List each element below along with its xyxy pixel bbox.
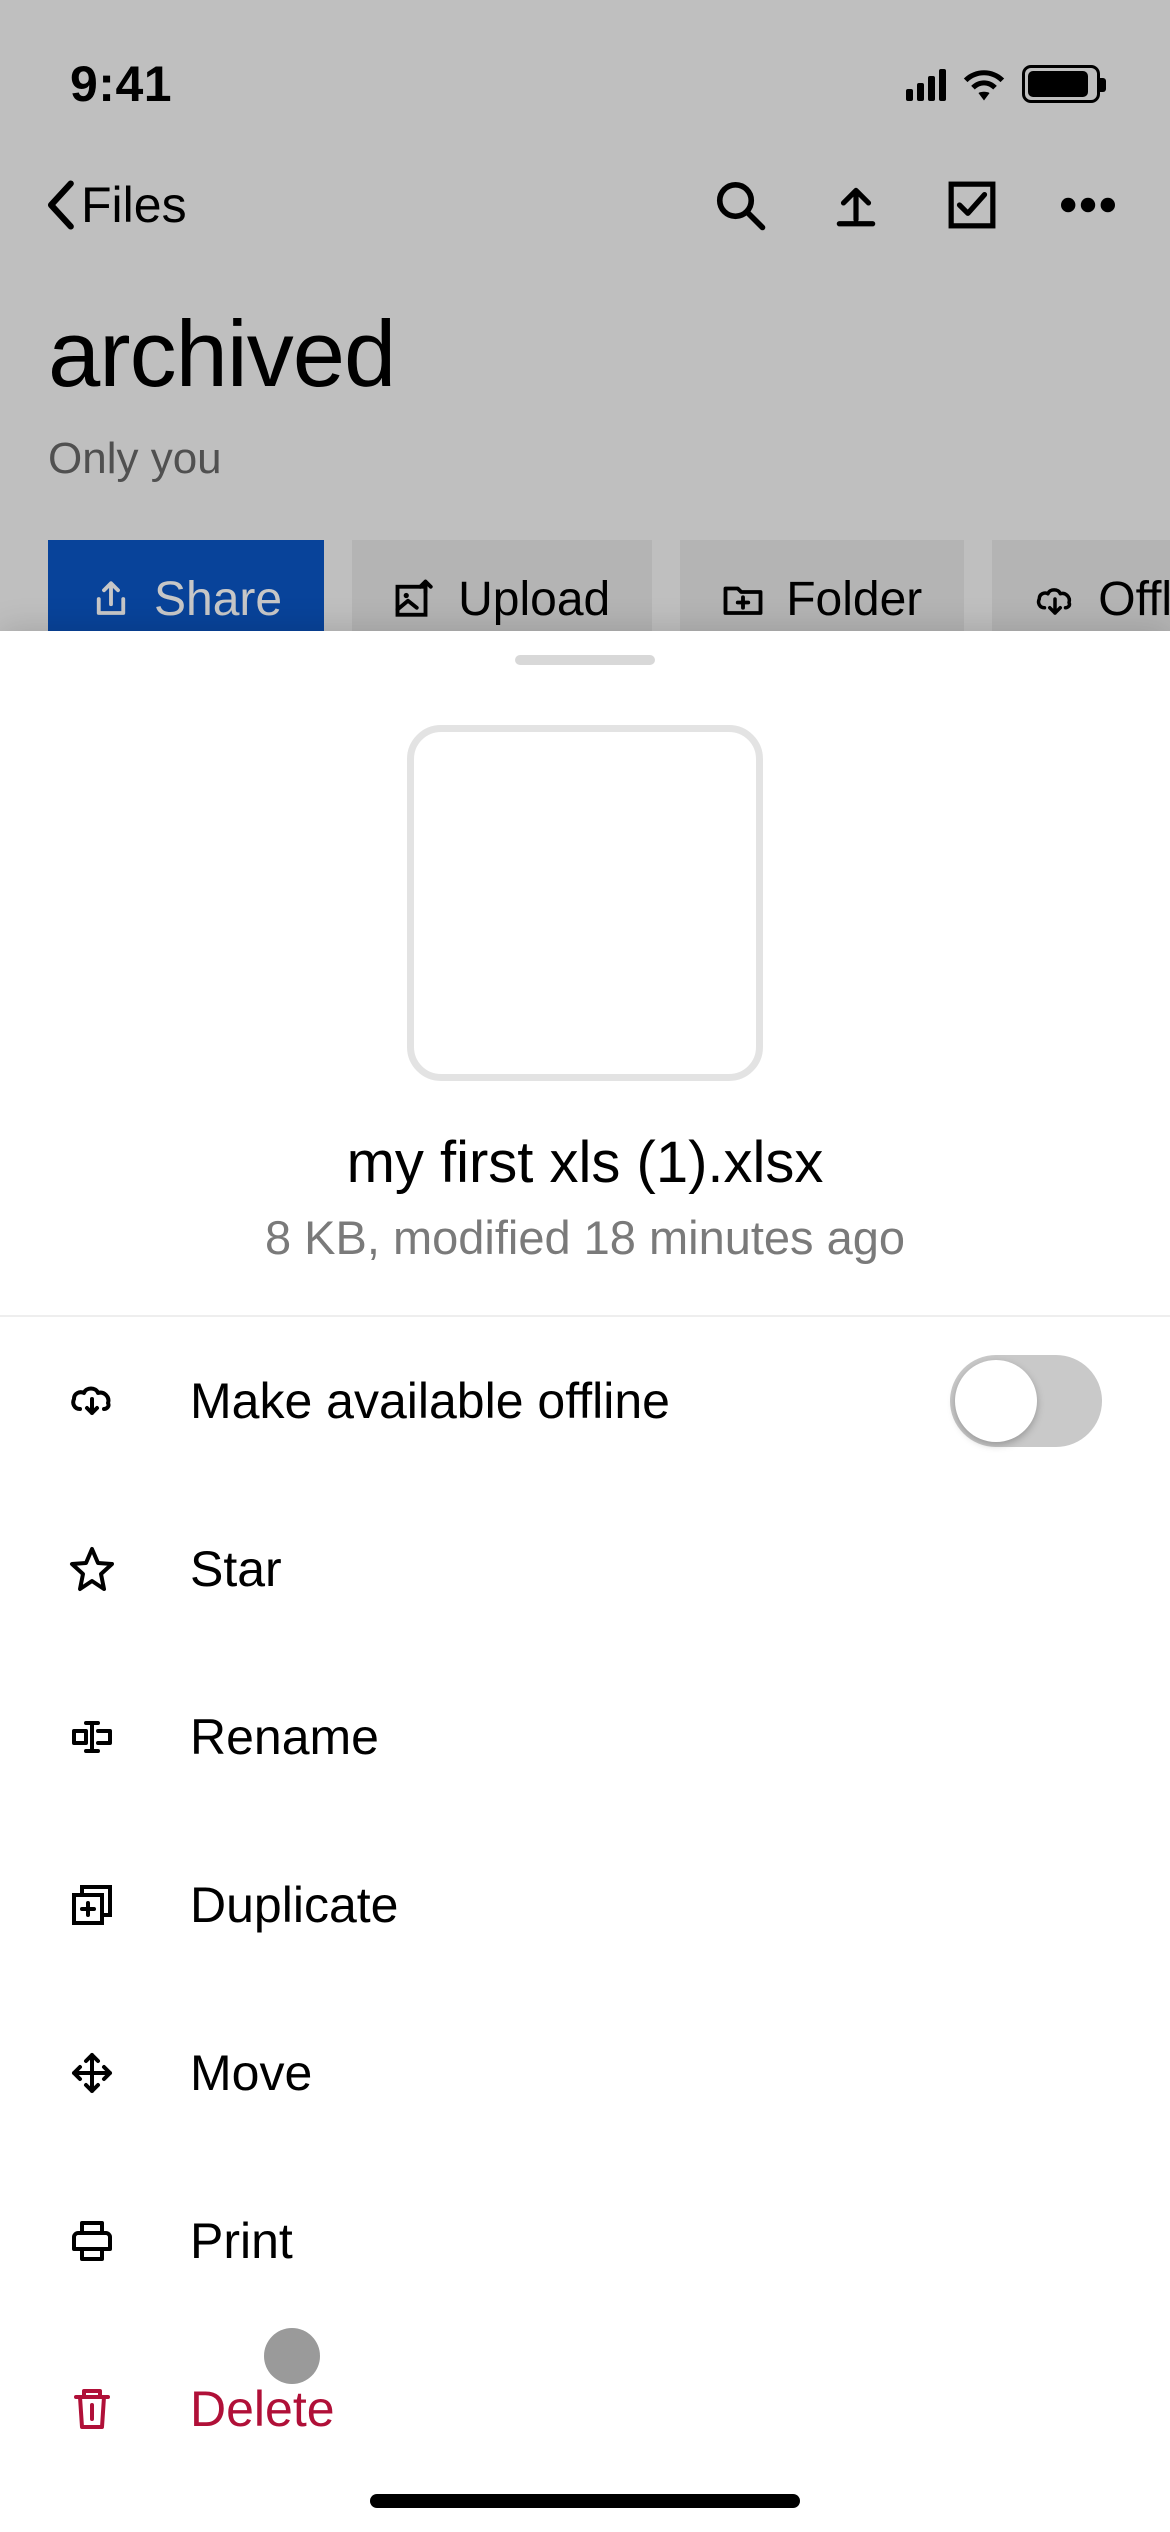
folder-access: Only you (48, 434, 1122, 484)
file-meta: 8 KB, modified 18 minutes ago (0, 1210, 1170, 1265)
folder-title: archived (48, 300, 1122, 408)
search-button[interactable] (713, 178, 767, 232)
duplicate-action-label: Duplicate (190, 1876, 1102, 1934)
back-label: Files (81, 176, 187, 234)
touch-indicator (264, 2328, 320, 2384)
offline-action-label: Make available offline (190, 1372, 950, 1430)
offline-chip-label: Offline (1098, 572, 1170, 627)
select-button[interactable] (945, 178, 999, 232)
print-action-label: Print (190, 2212, 1102, 2270)
battery-icon (1022, 65, 1100, 103)
make-available-offline-row[interactable]: Make available offline (0, 1317, 1170, 1485)
cloud-sync-icon (68, 1376, 116, 1426)
folder-chip-label: Folder (786, 572, 922, 627)
file-actions-sheet: my first xls (1).xlsx 8 KB, modified 18 … (0, 631, 1170, 2532)
file-name: my first xls (1).xlsx (0, 1129, 1170, 1196)
checkbox-icon (947, 180, 997, 230)
upload-chip-label: Upload (458, 572, 610, 627)
back-button[interactable]: Files (45, 176, 187, 234)
upload-nav-button[interactable] (829, 178, 883, 232)
search-icon (713, 178, 767, 232)
offline-toggle[interactable] (950, 1355, 1102, 1447)
trash-icon (68, 2384, 116, 2434)
rename-icon (68, 1712, 116, 1762)
sheet-grabber[interactable] (515, 655, 655, 665)
folder-header: archived Only you (0, 270, 1170, 484)
print-row[interactable]: Print (0, 2157, 1170, 2325)
upload-image-icon (394, 578, 436, 620)
toggle-knob (955, 1360, 1037, 1442)
upload-arrow-icon (831, 180, 881, 230)
file-preview-thumbnail (407, 725, 763, 1081)
cloud-download-icon (1034, 578, 1076, 620)
move-row[interactable]: Move (0, 1989, 1170, 2157)
more-horizontal-icon (1061, 195, 1115, 215)
status-time: 9:41 (70, 55, 172, 113)
rename-row[interactable]: Rename (0, 1653, 1170, 1821)
star-icon (68, 1544, 116, 1594)
duplicate-row[interactable]: Duplicate (0, 1821, 1170, 1989)
new-folder-icon (722, 578, 764, 620)
move-action-label: Move (190, 2044, 1102, 2102)
wifi-icon (962, 67, 1006, 101)
cellular-signal-icon (906, 67, 946, 101)
nav-bar: Files (0, 140, 1170, 270)
move-icon (68, 2048, 116, 2098)
star-action-label: Star (190, 1540, 1102, 1598)
delete-action-label: Delete (190, 2380, 1102, 2438)
more-button[interactable] (1061, 178, 1115, 232)
print-icon (68, 2216, 116, 2266)
duplicate-icon (68, 1880, 116, 1930)
chevron-left-icon (45, 180, 75, 230)
status-bar: 9:41 (0, 0, 1170, 140)
share-icon (90, 578, 132, 620)
star-row[interactable]: Star (0, 1485, 1170, 1653)
share-chip-label: Share (154, 572, 282, 627)
home-indicator[interactable] (370, 2494, 800, 2508)
rename-action-label: Rename (190, 1708, 1102, 1766)
status-icons (906, 65, 1100, 103)
delete-row[interactable]: Delete (0, 2325, 1170, 2493)
